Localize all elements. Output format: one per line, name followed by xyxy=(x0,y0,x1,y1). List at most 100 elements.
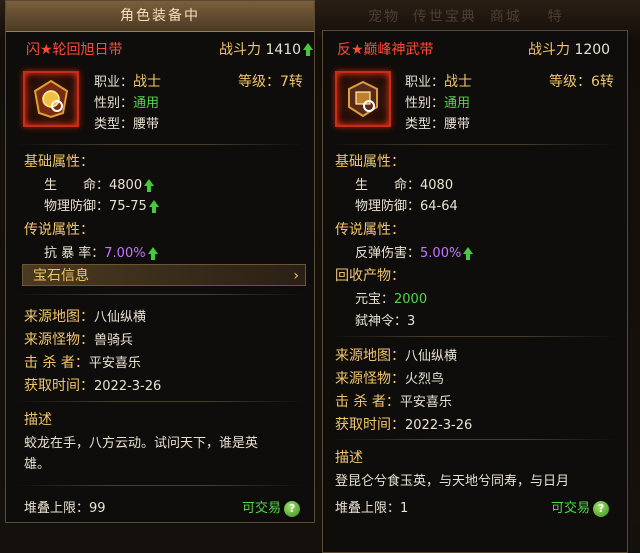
compare-item-tooltip: 反★巅峰神武带 战斗力 1200 职业：战士 性别：通用 类型：腰带 等级：6转… xyxy=(322,30,628,553)
power-row: 战斗力 1200 xyxy=(528,39,610,59)
divider xyxy=(16,401,304,402)
hp-value: 4080 xyxy=(420,178,454,193)
level-row: 等级：7转 xyxy=(238,71,303,91)
killer-row: 击 杀 者：平安喜乐 xyxy=(335,391,452,411)
stack-value: 1 xyxy=(400,501,409,516)
desc-title: 描述 xyxy=(335,450,363,466)
question-icon[interactable]: ? xyxy=(284,500,301,517)
killer-label: 击 杀 者： xyxy=(24,355,89,371)
obtain-time-row: 获取时间：2022-3-26 xyxy=(24,375,161,395)
legend-attr-title: 传说属性： xyxy=(335,222,405,238)
level-value: 6转 xyxy=(591,74,614,90)
recycle-title: 回收产物： xyxy=(335,268,405,284)
def-row: 物理防御：64-64 xyxy=(355,195,458,214)
belt-item-icon[interactable] xyxy=(23,71,79,127)
divider xyxy=(331,144,619,145)
gem-info-button[interactable]: 宝石信息 › xyxy=(22,264,306,286)
divider xyxy=(16,294,304,295)
item-name: 闪★轮回旭日带 xyxy=(26,42,123,58)
belt-item-icon[interactable] xyxy=(335,71,391,127)
legend-attr-title: 传说属性： xyxy=(24,222,94,238)
obtain-time-label: 获取时间： xyxy=(24,378,94,394)
type-row: 类型：腰带 xyxy=(405,113,470,132)
divider xyxy=(331,336,619,337)
yuanbao-row: 元宝：2000 xyxy=(355,288,427,307)
job-row: 职业：战士 xyxy=(94,71,161,91)
tradeable-row: 可交易? xyxy=(551,497,610,517)
bg-menu-pet: 宠物 xyxy=(368,9,400,25)
power-label: 战斗力 xyxy=(219,42,261,58)
arrow-up-icon xyxy=(144,178,155,193)
reflect-label: 反弹伤害： xyxy=(355,246,421,261)
source-map-label: 来源地图： xyxy=(335,348,405,364)
job-value: 战士 xyxy=(444,74,473,90)
power-label: 战斗力 xyxy=(528,42,570,58)
base-attr-title: 基础属性： xyxy=(24,154,94,170)
obtain-time-value: 2022-3-26 xyxy=(94,379,162,394)
hp-label: 生 命： xyxy=(355,178,421,193)
killer-value: 平安喜乐 xyxy=(88,356,141,371)
gender-value: 通用 xyxy=(444,96,471,111)
source-map-value: 八仙纵横 xyxy=(405,349,458,364)
arrow-up-icon xyxy=(147,246,158,261)
source-map-row: 来源地图：八仙纵横 xyxy=(24,306,146,326)
bg-menu-special: 特 xyxy=(547,9,564,25)
def-label: 物理防御： xyxy=(44,199,110,214)
obtain-time-row: 获取时间：2022-3-26 xyxy=(335,414,472,434)
shenling-value: 3 xyxy=(407,314,416,329)
killer-row: 击 杀 者：平安喜乐 xyxy=(24,352,141,372)
source-monster-value: 火烈鸟 xyxy=(405,372,445,387)
bg-menu-shop: 商城 xyxy=(489,9,522,25)
crit-row: 抗 暴 率：7.00% xyxy=(44,242,158,261)
obtain-time-label: 获取时间： xyxy=(335,417,405,433)
reflect-row: 反弹伤害：5.00% xyxy=(355,242,474,261)
hp-row: 生 命：4800 xyxy=(44,174,155,193)
arrow-up-icon xyxy=(303,43,314,57)
level-label: 等级： xyxy=(238,74,280,90)
desc-line-2: 雄。 xyxy=(24,457,51,472)
hp-row: 生 命：4080 xyxy=(355,174,453,193)
type-label: 类型： xyxy=(94,117,134,132)
yuanbao-value: 2000 xyxy=(394,292,428,307)
question-icon[interactable]: ? xyxy=(593,500,610,517)
divider xyxy=(16,144,304,145)
level-row: 等级：6转 xyxy=(549,71,614,91)
job-value: 战士 xyxy=(133,74,162,90)
source-monster-label: 来源怪物： xyxy=(335,371,405,387)
divider xyxy=(331,439,619,440)
hp-value: 4800 xyxy=(109,178,143,193)
chevron-right-icon: › xyxy=(293,268,299,284)
power-value: 1200 xyxy=(574,42,611,58)
shenling-row: 弑神令：3 xyxy=(355,310,415,329)
killer-value: 平安喜乐 xyxy=(399,395,452,410)
source-monster-row: 来源怪物：兽骑兵 xyxy=(24,329,133,349)
power-row: 战斗力 1410 xyxy=(219,39,314,59)
desc-line-1: 登昆仑兮食玉英，与天地兮同寿，与日月 xyxy=(335,474,570,489)
source-map-row: 来源地图：八仙纵横 xyxy=(335,345,457,365)
stack-label: 堆叠上限： xyxy=(24,501,90,516)
gender-row: 性别：通用 xyxy=(405,92,470,111)
divider xyxy=(16,485,304,486)
gender-label: 性别： xyxy=(405,96,445,111)
arrow-up-icon xyxy=(463,246,474,261)
tradeable-label: 可交易 xyxy=(551,501,591,516)
power-value: 1410 xyxy=(265,42,302,58)
def-value: 64-64 xyxy=(420,199,458,214)
item-name: 反★巅峰神武带 xyxy=(337,42,434,58)
type-value: 腰带 xyxy=(133,117,160,132)
stack-row: 堆叠上限：99 xyxy=(24,497,106,516)
job-row: 职业：战士 xyxy=(405,71,472,91)
base-attr-title: 基础属性： xyxy=(335,154,405,170)
job-label: 职业： xyxy=(94,75,134,90)
def-value: 75-75 xyxy=(109,199,147,214)
crit-value: 7.00% xyxy=(104,246,146,261)
level-value: 7转 xyxy=(280,74,303,90)
reflect-value: 5.00% xyxy=(420,246,462,261)
source-monster-value: 兽骑兵 xyxy=(94,333,134,348)
desc-line-1: 蛟龙在手，八方云动。试问天下，谁是英 xyxy=(24,436,259,451)
stack-label: 堆叠上限： xyxy=(335,501,401,516)
gender-row: 性别：通用 xyxy=(94,92,159,111)
obtain-time-value: 2022-3-26 xyxy=(405,418,473,433)
source-monster-row: 来源怪物：火烈鸟 xyxy=(335,368,444,388)
source-map-value: 八仙纵横 xyxy=(94,310,147,325)
